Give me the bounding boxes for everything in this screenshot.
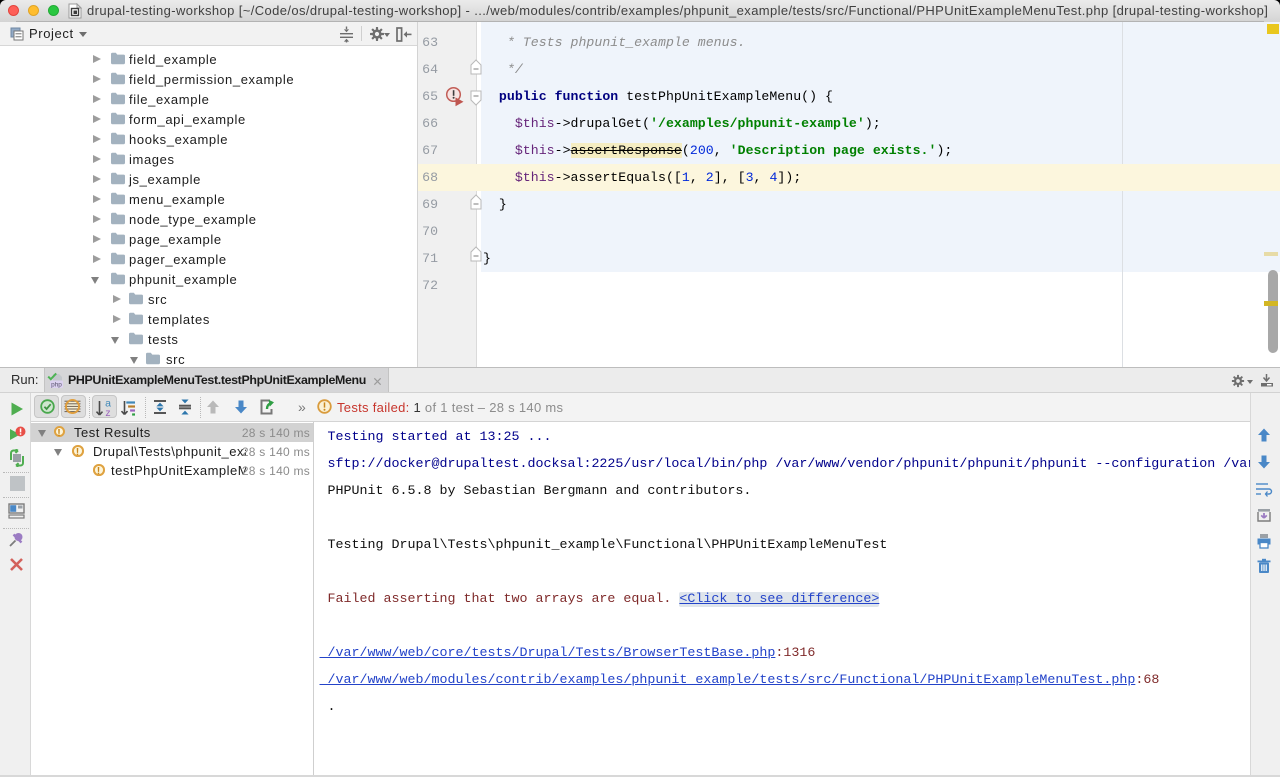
- svg-text:php: php: [51, 382, 62, 389]
- svg-text:z: z: [105, 407, 110, 417]
